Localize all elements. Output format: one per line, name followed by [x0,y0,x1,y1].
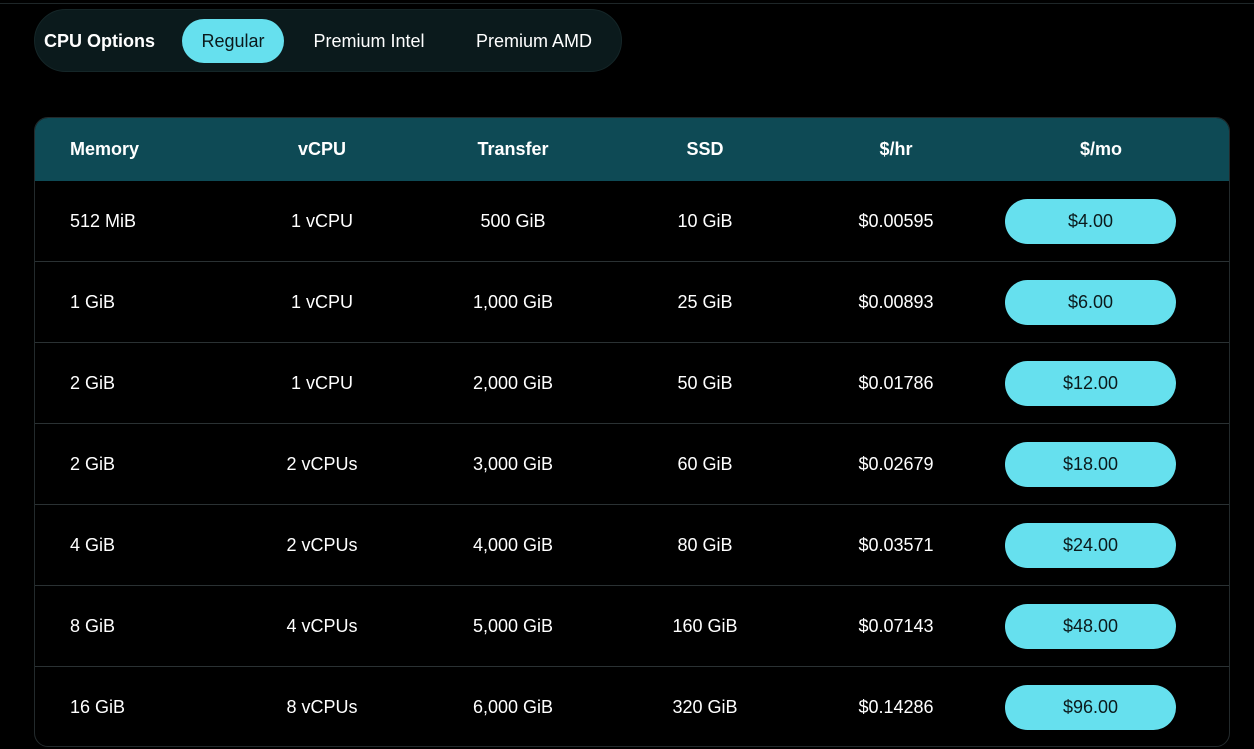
cell-vcpu: 2 vCPUs [286,535,358,555]
cell-ssd: 160 GiB [672,616,738,636]
cell-hourly: $0.07143 [858,616,934,636]
cell-ssd: 320 GiB [672,697,738,717]
cell-hourly: $0.03571 [858,535,934,555]
cell-transfer: 4,000 GiB [472,535,554,555]
cell-ssd: 25 GiB [677,292,733,312]
header-transfer: Transfer [477,139,549,159]
table-row: 8 GiB 4 vCPUs 5,000 GiB 160 GiB $0.07143… [35,586,1229,667]
cell-transfer: 6,000 GiB [472,697,554,717]
pricing-page: CPU Options Regular Premium Intel Premiu… [0,0,1254,749]
cell-vcpu: 1 vCPU [290,211,353,231]
cell-ssd: 60 GiB [677,454,733,474]
table-row: 2 GiB 2 vCPUs 3,000 GiB 60 GiB $0.02679 … [35,424,1229,505]
cell-memory: 1 GiB [70,292,116,312]
cell-transfer: 500 GiB [480,211,546,231]
monthly-price-button[interactable]: $4.00 [1005,199,1176,244]
monthly-price-button[interactable]: $96.00 [1005,685,1176,730]
cell-ssd: 10 GiB [677,211,733,231]
cell-ssd: 80 GiB [677,535,733,555]
cell-hourly: $0.01786 [858,373,934,393]
cell-transfer: 3,000 GiB [472,454,554,474]
cell-vcpu: 1 vCPU [290,373,353,393]
cell-vcpu: 2 vCPUs [286,454,358,474]
cell-memory: 8 GiB [70,616,116,636]
header-memory: Memory [70,139,140,159]
tab-premium-amd[interactable]: Premium AMD [457,19,611,63]
cell-memory: 2 GiB [70,373,116,393]
table-header: Memory vCPU Transfer SSD $/hr $/mo [35,118,1229,181]
table-row: 1 GiB 1 vCPU 1,000 GiB 25 GiB $0.00893 $… [35,262,1229,343]
cpu-options-label: CPU Options [44,31,155,51]
cell-vcpu: 4 vCPUs [286,616,358,636]
monthly-price-button[interactable]: $48.00 [1005,604,1176,649]
cell-memory: 4 GiB [70,535,116,555]
tab-premium-intel[interactable]: Premium Intel [297,19,441,63]
tab-regular[interactable]: Regular [182,19,284,63]
header-ssd: SSD [686,139,724,159]
table-row: 16 GiB 8 vCPUs 6,000 GiB 320 GiB $0.1428… [35,667,1229,746]
table-row: 2 GiB 1 vCPU 2,000 GiB 50 GiB $0.01786 $… [35,343,1229,424]
cell-hourly: $0.02679 [858,454,934,474]
cell-memory: 16 GiB [70,697,126,717]
header-monthly: $/mo [1079,139,1122,159]
cpu-options-switcher: CPU Options Regular Premium Intel Premiu… [34,9,622,72]
cell-hourly: $0.00595 [858,211,934,231]
monthly-price-button[interactable]: $12.00 [1005,361,1176,406]
cell-vcpu: 8 vCPUs [286,697,358,717]
cell-ssd: 50 GiB [677,373,733,393]
header-hourly: $/hr [879,139,913,159]
top-divider [0,3,1254,4]
monthly-price-button[interactable]: $18.00 [1005,442,1176,487]
pricing-table: Memory vCPU Transfer SSD $/hr $/mo 512 M… [34,117,1230,747]
cell-vcpu: 1 vCPU [290,292,353,312]
cell-transfer: 1,000 GiB [472,292,554,312]
table-row: 512 MiB 1 vCPU 500 GiB 10 GiB $0.00595 $… [35,181,1229,262]
header-vcpu: vCPU [297,139,346,159]
monthly-price-button[interactable]: $6.00 [1005,280,1176,325]
cell-hourly: $0.14286 [858,697,934,717]
cell-transfer: 5,000 GiB [472,616,554,636]
monthly-price-button[interactable]: $24.00 [1005,523,1176,568]
cell-memory: 2 GiB [70,454,116,474]
table-row: 4 GiB 2 vCPUs 4,000 GiB 80 GiB $0.03571 … [35,505,1229,586]
cell-hourly: $0.00893 [858,292,934,312]
cell-memory: 512 MiB [70,211,137,231]
cell-transfer: 2,000 GiB [472,373,554,393]
